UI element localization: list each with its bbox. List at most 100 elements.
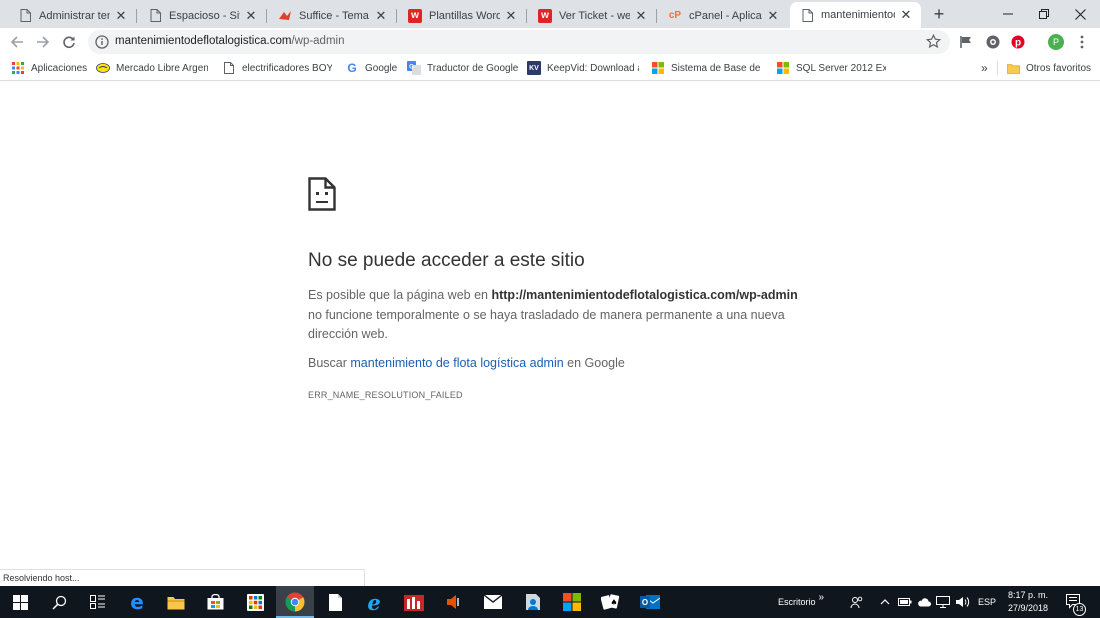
onedrive-indicator[interactable] <box>917 586 931 618</box>
bookmark-electrificadores[interactable]: electrificadores BOYE <box>222 60 332 76</box>
forward-arrow-icon <box>37 36 50 48</box>
address-bar[interactable]: mantenimientodeflotalogistica.com/wp-adm… <box>88 30 950 54</box>
close-window-button[interactable] <box>1062 0 1098 28</box>
search-button[interactable] <box>40 586 78 618</box>
profile-avatar[interactable]: P <box>1048 34 1064 50</box>
tab-suffice[interactable]: Suffice - Tema de ✕ <box>268 3 397 28</box>
status-bubble: Resolviendo host... <box>0 569 365 586</box>
reload-button[interactable] <box>59 32 79 52</box>
solitaire-button[interactable]: ♠ <box>592 586 630 618</box>
tab-ver-ticket[interactable]: w Ver Ticket - weben ✕ <box>528 3 657 28</box>
network-indicator[interactable] <box>936 586 950 618</box>
restore-button[interactable] <box>1026 0 1062 28</box>
bookmark-label: KeepVid: Download a <box>547 62 639 74</box>
media-app-button[interactable] <box>395 586 433 618</box>
other-bookmarks-folder[interactable]: Otros favoritos <box>1006 60 1096 76</box>
bookmark-sistema-base-datos[interactable]: Sistema de Base de D <box>651 60 764 76</box>
user-document-icon <box>526 594 540 610</box>
outlook-button[interactable]: O <box>631 586 669 618</box>
pinterest-icon[interactable]: p <box>1010 34 1026 50</box>
tab-cpanel[interactable]: cP cPanel - Aplicacion ✕ <box>658 3 788 28</box>
chevron-up-icon <box>880 599 890 605</box>
bookmark-keepvid[interactable]: KV KeepVid: Download a <box>527 60 639 76</box>
bookmark-label: SQL Server 2012 Expr <box>796 62 886 74</box>
new-tab-button[interactable]: + <box>929 4 949 24</box>
menu-kebab-icon[interactable] <box>1074 34 1090 50</box>
mail-button[interactable] <box>474 586 512 618</box>
people-button[interactable] <box>850 586 864 618</box>
bookmark-label: Sistema de Base de D <box>671 62 764 74</box>
back-button[interactable] <box>7 32 27 52</box>
tab-mantenimiento-active[interactable]: mantenimientodef ✕ <box>790 2 921 28</box>
action-center-button[interactable]: 13 <box>1066 586 1086 618</box>
user-app-button[interactable] <box>514 586 552 618</box>
forward-button[interactable] <box>33 32 53 52</box>
close-tab-icon[interactable]: ✕ <box>114 8 128 23</box>
bookmark-aplicaciones[interactable]: Aplicaciones <box>11 60 91 76</box>
language-indicator[interactable]: ESP <box>978 586 996 618</box>
task-view-button[interactable] <box>78 586 116 618</box>
url-text[interactable]: mantenimientodeflotalogistica.com/wp-adm… <box>115 35 345 47</box>
speaker-app-button[interactable] <box>434 586 472 618</box>
clock-date: 27/9/2018 <box>1007 603 1049 613</box>
translate-icon: G <box>407 61 421 75</box>
office-button[interactable] <box>553 586 591 618</box>
clock-time: 8:17 p. m. <box>1007 590 1049 600</box>
close-tab-icon[interactable]: ✕ <box>766 8 780 23</box>
document-button[interactable] <box>316 586 354 618</box>
close-tab-icon[interactable]: ✕ <box>374 8 388 23</box>
start-button[interactable] <box>0 586 40 618</box>
volume-indicator[interactable] <box>955 586 970 618</box>
calculator-grid-icon <box>246 593 264 611</box>
store-bag-icon <box>207 594 223 610</box>
windows-taskbar: e e ♠ O Escritorio » ESP 8:17 p. m. 27/9… <box>0 586 1100 618</box>
edge-taskbar-button[interactable]: e <box>118 586 156 618</box>
flag-extension-icon[interactable] <box>958 34 974 50</box>
google-icon: G <box>347 61 357 75</box>
internet-explorer-icon: e <box>367 589 381 615</box>
folder-icon <box>1006 61 1020 75</box>
bookmark-sql-server[interactable]: SQL Server 2012 Expr <box>776 60 886 76</box>
close-tab-icon[interactable]: ✕ <box>899 8 913 22</box>
bookmark-traductor[interactable]: G Traductor de Google <box>407 60 519 76</box>
close-tab-icon[interactable]: ✕ <box>634 8 648 23</box>
bookmark-star-icon[interactable] <box>925 33 942 49</box>
tab-administrar-temas[interactable]: Administrar temas ✕ <box>8 3 137 28</box>
tab-espacioso[interactable]: Espacioso - Sitio de ✕ <box>138 3 267 28</box>
bookmarks-divider <box>997 61 998 75</box>
desktop-chevron-icon: » <box>818 591 825 603</box>
tab-title: Plantillas WordPre <box>429 9 500 22</box>
store-button[interactable] <box>196 586 234 618</box>
close-tab-icon[interactable]: ✕ <box>504 8 518 23</box>
info-icon[interactable] <box>95 35 109 49</box>
search-icon <box>51 595 66 610</box>
w-icon: w <box>538 8 552 23</box>
internet-explorer-button[interactable]: e <box>355 586 393 618</box>
folder-icon <box>167 596 185 609</box>
app-grid-button[interactable] <box>236 586 274 618</box>
clock[interactable]: 8:17 p. m. 27/9/2018 <box>1002 589 1054 615</box>
file-explorer-button[interactable] <box>157 586 195 618</box>
people-icon <box>850 596 863 609</box>
bookmark-label: Traductor de Google <box>427 62 519 74</box>
svg-text:p: p <box>1015 38 1021 49</box>
bookmark-mercado-libre[interactable]: Mercado Libre Argen <box>96 60 208 76</box>
minimize-button[interactable] <box>990 0 1026 28</box>
bookmark-google[interactable]: G Google <box>345 60 400 76</box>
bookmarks-overflow-button[interactable]: » <box>981 60 993 76</box>
cpanel-icon: cP <box>668 10 682 21</box>
sad-page-icon <box>308 177 336 211</box>
shield-extension-icon[interactable] <box>985 34 1001 50</box>
speaker-icon <box>956 597 970 607</box>
google-search-link[interactable]: mantenimiento de flota logística admin <box>350 356 563 370</box>
desktop-toolbar[interactable]: Escritorio » <box>778 586 824 618</box>
close-tab-icon[interactable]: ✕ <box>244 8 258 23</box>
chrome-taskbar-button[interactable] <box>276 586 314 618</box>
search-prefix: Buscar <box>308 356 351 370</box>
show-hidden-icons-button[interactable] <box>880 586 890 618</box>
battery-indicator[interactable] <box>898 586 912 618</box>
bookmark-label: Google <box>365 62 398 74</box>
cloud-icon <box>918 597 931 606</box>
page-icon <box>18 9 32 23</box>
tab-plantillas-wordpress[interactable]: w Plantillas WordPre ✕ <box>398 3 527 28</box>
